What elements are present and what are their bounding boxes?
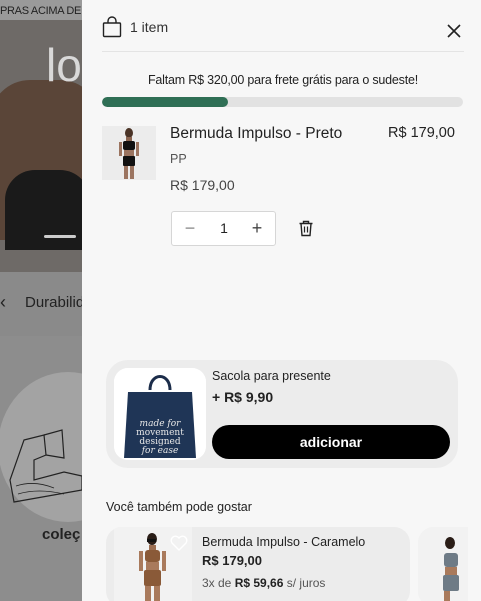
increase-quantity-button[interactable]: + [242,212,272,245]
strip-arrow-icon: ‹ [0,292,6,312]
shopping-bag-icon [102,16,122,38]
gift-bag-price: + R$ 9,90 [212,389,274,405]
free-shipping-message: Faltam R$ 320,00 para frete grátis para … [147,73,419,87]
features-strip-text: Durabilid [25,294,85,311]
cart-item-name[interactable]: Bermuda Impulso - Preto [170,125,342,143]
cart-item-count: 1 item [130,19,169,35]
recommendation-card[interactable]: Bermuda Impulso - Caramelo R$ 179,00 3x … [106,527,410,601]
shoe-illustration-icon [9,429,83,503]
gift-bag-offer: made for movement designed for ease Saco… [106,360,458,468]
hero-text: lo [46,39,82,91]
recommendation-card-next[interactable] [418,527,468,601]
close-icon[interactable] [445,22,463,40]
cart-item-unit-price: R$ 179,00 [170,177,235,193]
product-model-image [102,126,156,180]
cart-item-total: R$ 179,00 [388,125,455,141]
installments-prefix: 3x de [202,576,235,590]
heart-icon[interactable] [170,535,188,551]
carousel-indicator [44,235,76,238]
free-shipping-progress [102,97,463,107]
trash-icon[interactable] [298,220,314,237]
quantity-value[interactable]: 1 [206,212,242,245]
add-gift-bag-button[interactable]: adicionar [212,425,450,459]
cart-drawer: 1 item Faltam R$ 320,00 para frete gráti… [82,0,481,601]
cart-header: 1 item [102,14,464,52]
recommendation-next-image [418,527,468,601]
bag-text-4: for ease [141,446,179,456]
recommendation-installments: 3x de R$ 59,66 s/ juros [202,576,325,590]
quantity-stepper: − 1 + [171,211,276,246]
hero-banner: lo [0,20,90,272]
installments-suffix: s/ juros [283,576,326,590]
collection-caption: coleç [42,526,81,543]
recommendation-price: R$ 179,00 [202,553,262,568]
gift-bag-title: Sacola para presente [212,369,331,383]
recommendations-heading: Você também pode gostar [106,500,252,514]
hero-model-top [5,170,90,250]
recommendation-name[interactable]: Bermuda Impulso - Caramelo [202,535,365,549]
installments-value: R$ 59,66 [234,576,284,590]
tote-bag-icon: made for movement designed for ease [114,368,206,460]
free-shipping-progress-fill [102,97,229,107]
cart-item-size: PP [170,152,187,166]
decrease-quantity-button[interactable]: − [175,212,205,245]
product-thumbnail[interactable] [102,126,156,180]
gift-bag-image: made for movement designed for ease [114,368,206,460]
